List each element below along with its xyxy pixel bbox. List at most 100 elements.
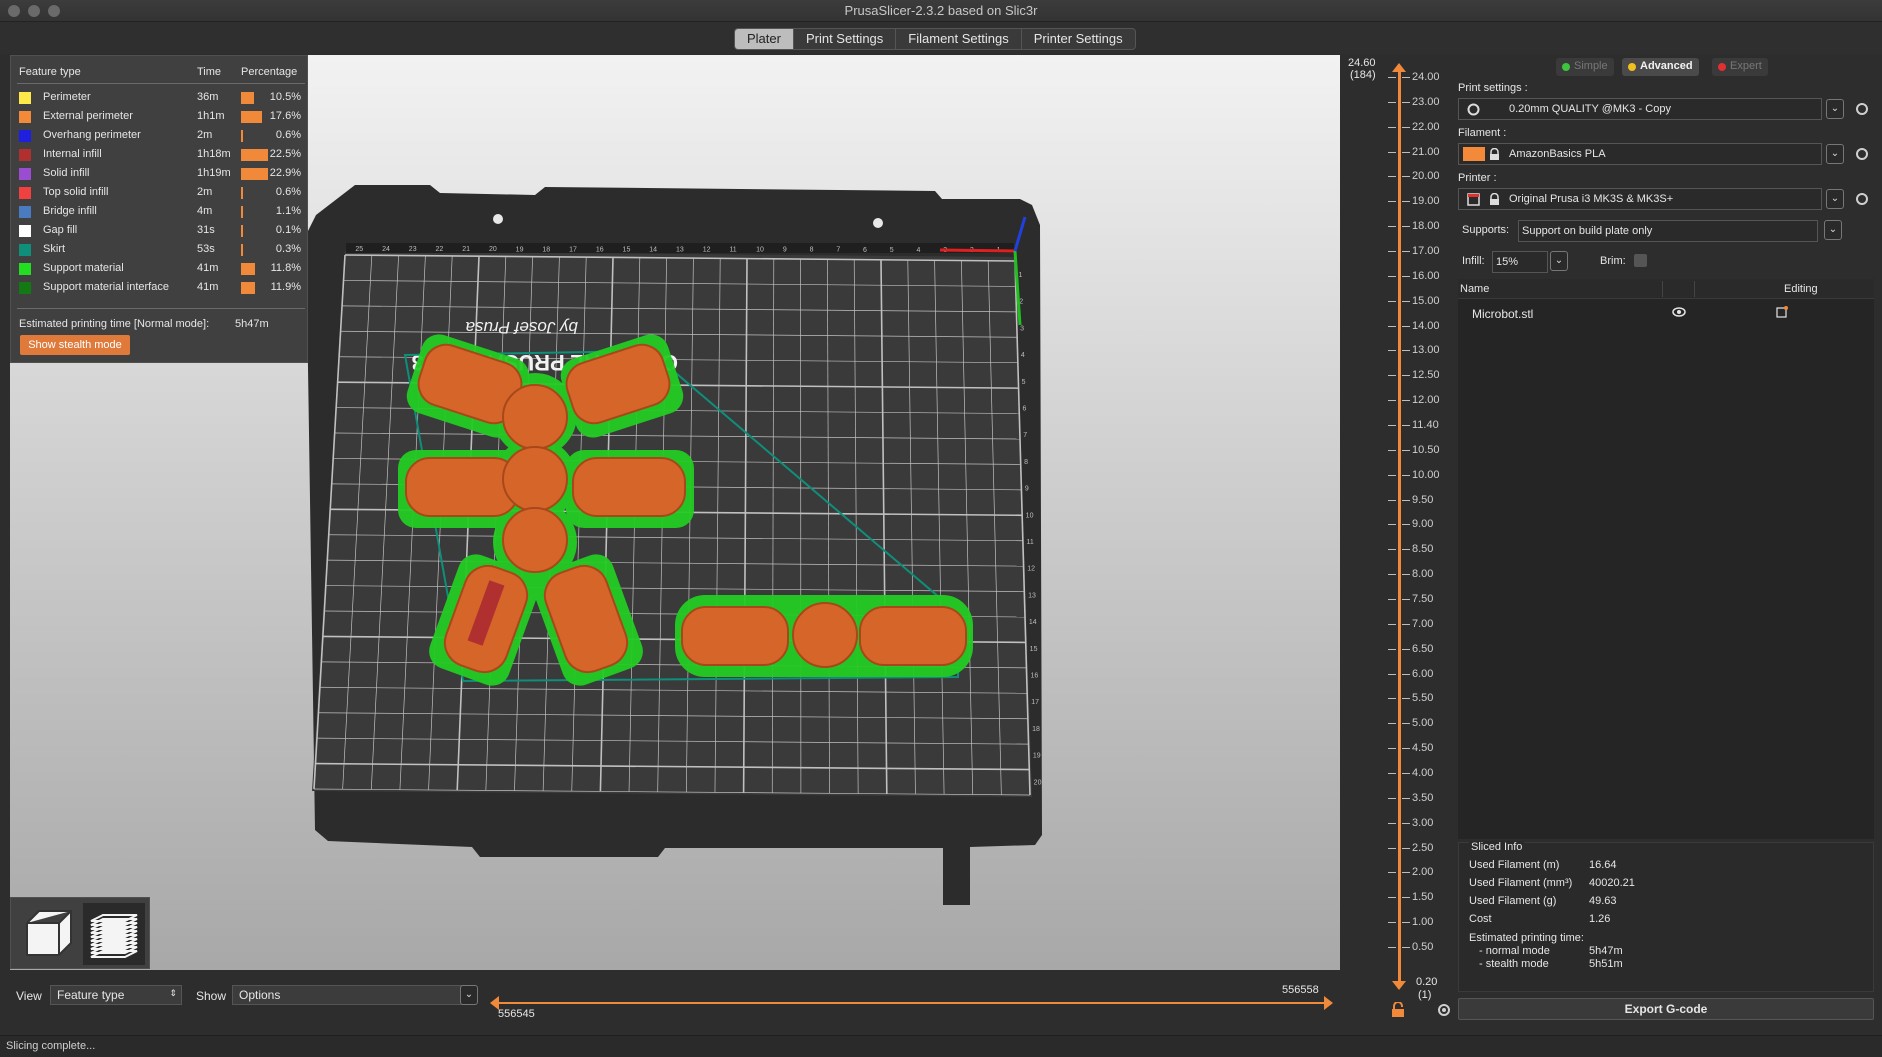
legend-feature-name: Skirt: [43, 243, 65, 255]
legend-feature-time: 1h1m: [197, 110, 225, 122]
layer-tick-label: 10.00: [1412, 468, 1440, 481]
ruler-label: 5: [890, 247, 894, 254]
tab-print-settings[interactable]: Print Settings: [794, 29, 897, 49]
stealth-mode-value: 5h51m: [1589, 958, 1623, 970]
show-options-select[interactable]: Options: [232, 985, 466, 1005]
gear-icon[interactable]: [1436, 1002, 1452, 1018]
layer-tick-mark: [1388, 822, 1396, 824]
layer-tick-mark: [1402, 623, 1410, 625]
layer-top-index: (184): [1350, 69, 1376, 81]
legend-header-percentage: Percentage: [241, 66, 298, 78]
edit-icon[interactable]: [1776, 306, 1788, 318]
mode-advanced-button[interactable]: Advanced: [1622, 58, 1699, 76]
show-options-dropdown-button[interactable]: ⌄: [460, 985, 478, 1005]
ruler-label: 17: [1031, 699, 1039, 706]
ruler-label: 12: [1027, 566, 1035, 573]
layer-tick-mark: [1388, 126, 1396, 128]
legend-color-swatch: [19, 187, 31, 199]
infill-dropdown[interactable]: ⌄: [1550, 251, 1568, 271]
legend-color-swatch: [19, 168, 31, 180]
object-row[interactable]: Microbot.stl: [1458, 301, 1874, 323]
show-stealth-mode-button[interactable]: Show stealth mode: [20, 335, 130, 355]
layer-tick-mark: [1402, 425, 1410, 426]
mode-expert-button[interactable]: Expert: [1712, 58, 1768, 76]
sliced-info-title: Sliced Info: [1469, 841, 1525, 853]
prusaslicer-window: PrusaSlicer-2.3.2 based on Slic3r Plater…: [0, 0, 1882, 1057]
3d-view-icon[interactable]: [17, 903, 79, 965]
column-editing[interactable]: Editing: [1784, 283, 1818, 295]
estimated-time-label: Estimated printing time [Normal mode]:: [19, 318, 210, 330]
eye-icon[interactable]: [1672, 307, 1686, 317]
mode-simple-label: Simple: [1574, 60, 1608, 72]
mode-expert-label: Expert: [1730, 60, 1762, 72]
layer-tick-mark: [1388, 449, 1396, 451]
layer-tick-mark: [1402, 673, 1410, 675]
ruler-label: 14: [1029, 619, 1037, 626]
layer-slider[interactable]: 24.60 (184) 24.00 23.00 22.00 21.00 20.00 19.…: [1342, 55, 1456, 1025]
ruler-label: 24: [382, 246, 390, 253]
estimated-printing-time-label: Estimated printing time:: [1469, 932, 1584, 944]
mode-simple-button[interactable]: Simple: [1556, 58, 1614, 76]
view-type-select[interactable]: Feature type ⇕: [50, 985, 182, 1005]
gcode-move-slider[interactable]: 556545 556558: [490, 984, 1336, 1020]
legend-feature-time: 4m: [197, 205, 213, 217]
layer-tick-label: 2.50: [1412, 841, 1434, 854]
layer-tick-mark: [1402, 126, 1410, 128]
ruler-label: 10: [1026, 512, 1034, 519]
legend-header-feature: Feature type: [19, 66, 81, 78]
bed-pin-hole: [493, 214, 503, 224]
printer-dropdown[interactable]: ⌄: [1826, 189, 1844, 209]
export-gcode-button[interactable]: Export G-code: [1458, 998, 1874, 1020]
supports-select[interactable]: Support on build plate only: [1518, 220, 1818, 242]
brim-checkbox[interactable]: [1634, 254, 1647, 267]
legend-row: Bridge infill 4m 1.1%: [19, 203, 303, 222]
supports-dropdown[interactable]: ⌄: [1824, 220, 1842, 240]
used-filament-mm3-label: Used Filament (mm³): [1469, 877, 1573, 889]
ruler-label: 7: [1023, 432, 1027, 439]
layer-tick-label: 22.00: [1412, 120, 1440, 133]
tab-filament-settings[interactable]: Filament Settings: [896, 29, 1022, 49]
gear-icon[interactable]: [1854, 101, 1870, 117]
printer-value: Original Prusa i3 MK3S & MK3S+: [1509, 193, 1674, 205]
legend-percentage-bar: [241, 225, 243, 237]
tab-plater[interactable]: Plater: [735, 29, 794, 49]
gear-icon[interactable]: [1854, 191, 1870, 207]
layer-tick-label: 16.00: [1412, 269, 1440, 282]
layer-tick-label: 7.00: [1412, 617, 1434, 630]
lock-icon[interactable]: [1391, 1002, 1405, 1018]
filament-value: AmazonBasics PLA: [1509, 148, 1606, 160]
print-settings-combo[interactable]: 0.20mm QUALITY @MK3 - Copy: [1458, 98, 1822, 120]
chevron-down-icon: ⌄: [1830, 148, 1840, 159]
layer-tick-mark: [1402, 176, 1410, 178]
gear-icon[interactable]: [1854, 146, 1870, 162]
print-settings-dropdown[interactable]: ⌄: [1826, 99, 1844, 119]
layer-slider-bottom-thumb[interactable]: [1392, 981, 1406, 990]
legend-percentage-bar: [241, 130, 243, 142]
column-name[interactable]: Name: [1460, 283, 1489, 295]
legend-percentage-bar: [241, 111, 263, 123]
ruler-label: 15: [1030, 646, 1038, 653]
layers-view-icon[interactable]: [83, 903, 145, 965]
layer-tick-mark: [1388, 872, 1396, 874]
printer-combo[interactable]: Original Prusa i3 MK3S & MK3S+: [1458, 188, 1822, 210]
ruler-label: 21: [462, 246, 470, 253]
layer-tick-label: 23.00: [1412, 95, 1440, 108]
ruler-label: 10: [756, 247, 764, 254]
legend-row: Top solid infill 2m 0.6%: [19, 184, 303, 203]
infill-value: 15%: [1496, 256, 1519, 268]
layer-tick-mark: [1402, 251, 1410, 252]
layer-tick-label: 24.00: [1412, 71, 1440, 83]
legend-row: Support material interface 41m 11.9%: [19, 279, 303, 298]
infill-select[interactable]: 15%: [1492, 251, 1548, 273]
tab-printer-settings[interactable]: Printer Settings: [1022, 29, 1135, 49]
move-slider-right-thumb[interactable]: [1324, 996, 1333, 1010]
filament-dropdown[interactable]: ⌄: [1826, 144, 1844, 164]
legend-feature-percentage: 17.6%: [269, 110, 301, 122]
layer-tick-label: 11.40: [1412, 419, 1439, 431]
move-slider-left-value: 556545: [498, 1008, 535, 1020]
layer-tick-mark: [1388, 897, 1396, 899]
legend-color-swatch: [19, 92, 31, 104]
filament-combo[interactable]: AmazonBasics PLA: [1458, 143, 1822, 165]
layer-tick-label: 3.00: [1412, 816, 1434, 829]
lock-icon: [1490, 193, 1499, 205]
